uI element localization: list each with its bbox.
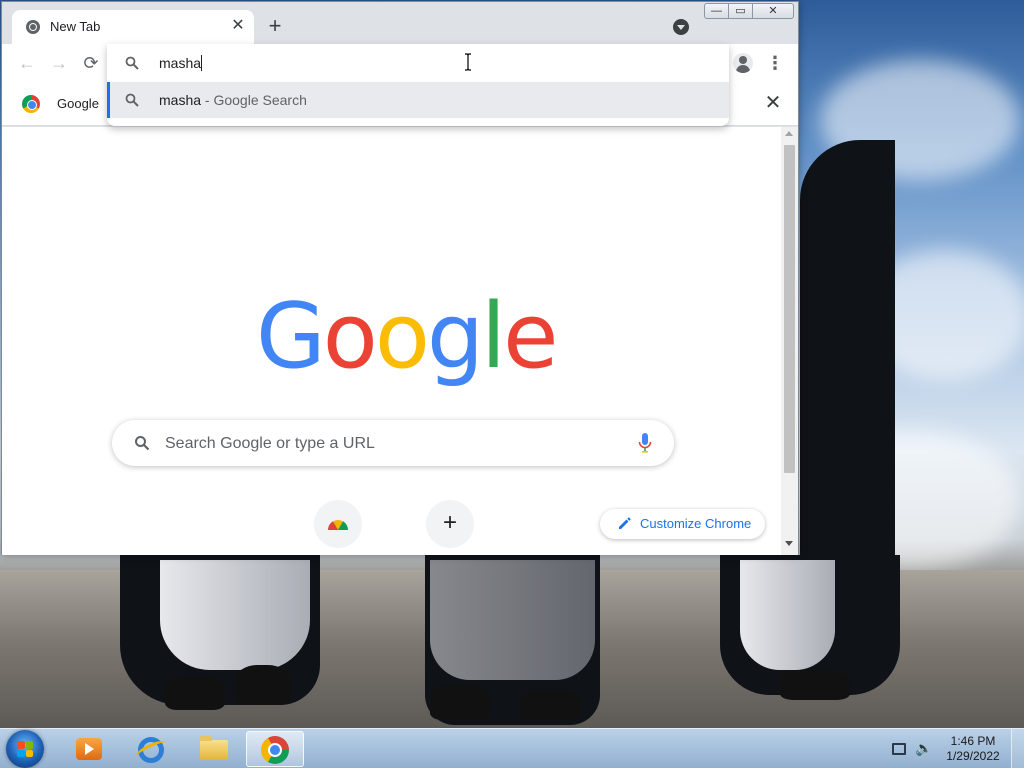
chrome-logo-icon: [22, 95, 40, 113]
scroll-down-arrow-icon[interactable]: [785, 541, 793, 546]
show-desktop-button[interactable]: [1011, 729, 1024, 768]
add-shortcut-tile[interactable]: +: [426, 500, 474, 548]
new-tab-button[interactable]: +: [264, 15, 286, 38]
maximize-button[interactable]: ▭: [729, 3, 753, 19]
ntp-search-box[interactable]: Search Google or type a URL: [112, 420, 674, 466]
network-icon[interactable]: [892, 743, 906, 755]
suggestion-query: masha: [159, 92, 202, 108]
taskbar-chrome[interactable]: [246, 731, 304, 767]
chrome-menu-button[interactable]: ⋮: [765, 52, 785, 74]
tab-search-button[interactable]: [673, 19, 689, 35]
google-logo: Google: [256, 284, 558, 389]
ntp-search-placeholder: Search Google or type a URL: [165, 435, 375, 452]
back-button[interactable]: ←: [16, 52, 38, 74]
chrome-favicon-icon: [26, 20, 40, 34]
chrome-logo-icon: [328, 520, 348, 530]
suggestion-text: masha - Google Search: [159, 92, 307, 108]
search-icon: [125, 93, 139, 107]
search-icon: [125, 56, 139, 70]
chrome-window: New Tab ✕ + — ▭ ✕ ← → ⟳ ⋮ Google Chrome …: [1, 1, 799, 555]
folder-icon: [200, 736, 228, 760]
volume-icon[interactable]: 🔈: [915, 740, 932, 757]
logo-letter: l: [481, 284, 506, 389]
tab-new-tab[interactable]: New Tab ✕: [12, 10, 254, 44]
selection-indicator: [107, 82, 110, 118]
microphone-icon[interactable]: [638, 433, 652, 453]
taskbar-internet-explorer[interactable]: [122, 731, 180, 767]
window-controls: — ▭ ✕: [704, 3, 794, 21]
bookmark-item-label[interactable]: Google Chrome: [57, 96, 102, 111]
infobar-close-button[interactable]: ✕: [762, 92, 784, 114]
close-window-button[interactable]: ✕: [753, 3, 794, 19]
profile-avatar-button[interactable]: [733, 53, 753, 73]
tab-title: New Tab: [50, 19, 101, 34]
chrome-icon: [261, 736, 289, 764]
page-scrollbar[interactable]: [781, 127, 798, 555]
omnibox-input-text: masha: [159, 55, 202, 71]
taskbar-media-player[interactable]: [60, 731, 118, 767]
scroll-thumb[interactable]: [784, 145, 795, 473]
taskbar-file-explorer[interactable]: [184, 731, 242, 767]
tab-strip: New Tab ✕ + — ▭ ✕: [2, 2, 798, 44]
internet-explorer-icon: [138, 737, 164, 763]
plus-icon: +: [442, 509, 457, 536]
media-player-icon: [76, 738, 102, 760]
clock-date: 1/29/2022: [946, 749, 1000, 763]
logo-letter: o: [322, 284, 378, 389]
windows-taskbar: 🔈 1:46 PM 1/29/2022: [0, 728, 1024, 768]
logo-letter: e: [503, 284, 558, 389]
customize-chrome-button[interactable]: Customize Chrome: [600, 509, 765, 539]
suggestion-description: - Google Search: [201, 92, 307, 108]
omnibox-input[interactable]: masha: [159, 55, 203, 71]
logo-letter: G: [256, 284, 326, 389]
clock-time: 1:46 PM: [950, 734, 996, 748]
logo-letter: o: [374, 284, 430, 389]
pencil-icon: [619, 517, 631, 529]
minimize-button[interactable]: —: [704, 3, 729, 19]
windows-logo-icon: [17, 741, 33, 757]
scroll-up-arrow-icon[interactable]: [785, 131, 793, 136]
ibeam-cursor-icon: [465, 53, 471, 71]
new-tab-page: Google Search Google or type a URL + Cus…: [2, 127, 781, 555]
suggestion-google-search[interactable]: masha - Google Search: [107, 82, 729, 118]
tab-close-button[interactable]: ✕: [228, 16, 248, 36]
logo-letter: g: [426, 284, 484, 389]
search-icon: [135, 436, 150, 451]
reload-button[interactable]: ⟳: [80, 52, 102, 74]
omnibox-dropdown: masha masha - Google Search: [107, 44, 729, 126]
start-button[interactable]: [6, 730, 44, 768]
forward-button[interactable]: →: [48, 52, 70, 74]
customize-chrome-label: Customize Chrome: [640, 516, 752, 531]
shortcut-tile-chrome[interactable]: [314, 500, 362, 548]
text-caret: [201, 55, 203, 71]
system-clock[interactable]: 1:46 PM 1/29/2022: [940, 734, 1006, 764]
